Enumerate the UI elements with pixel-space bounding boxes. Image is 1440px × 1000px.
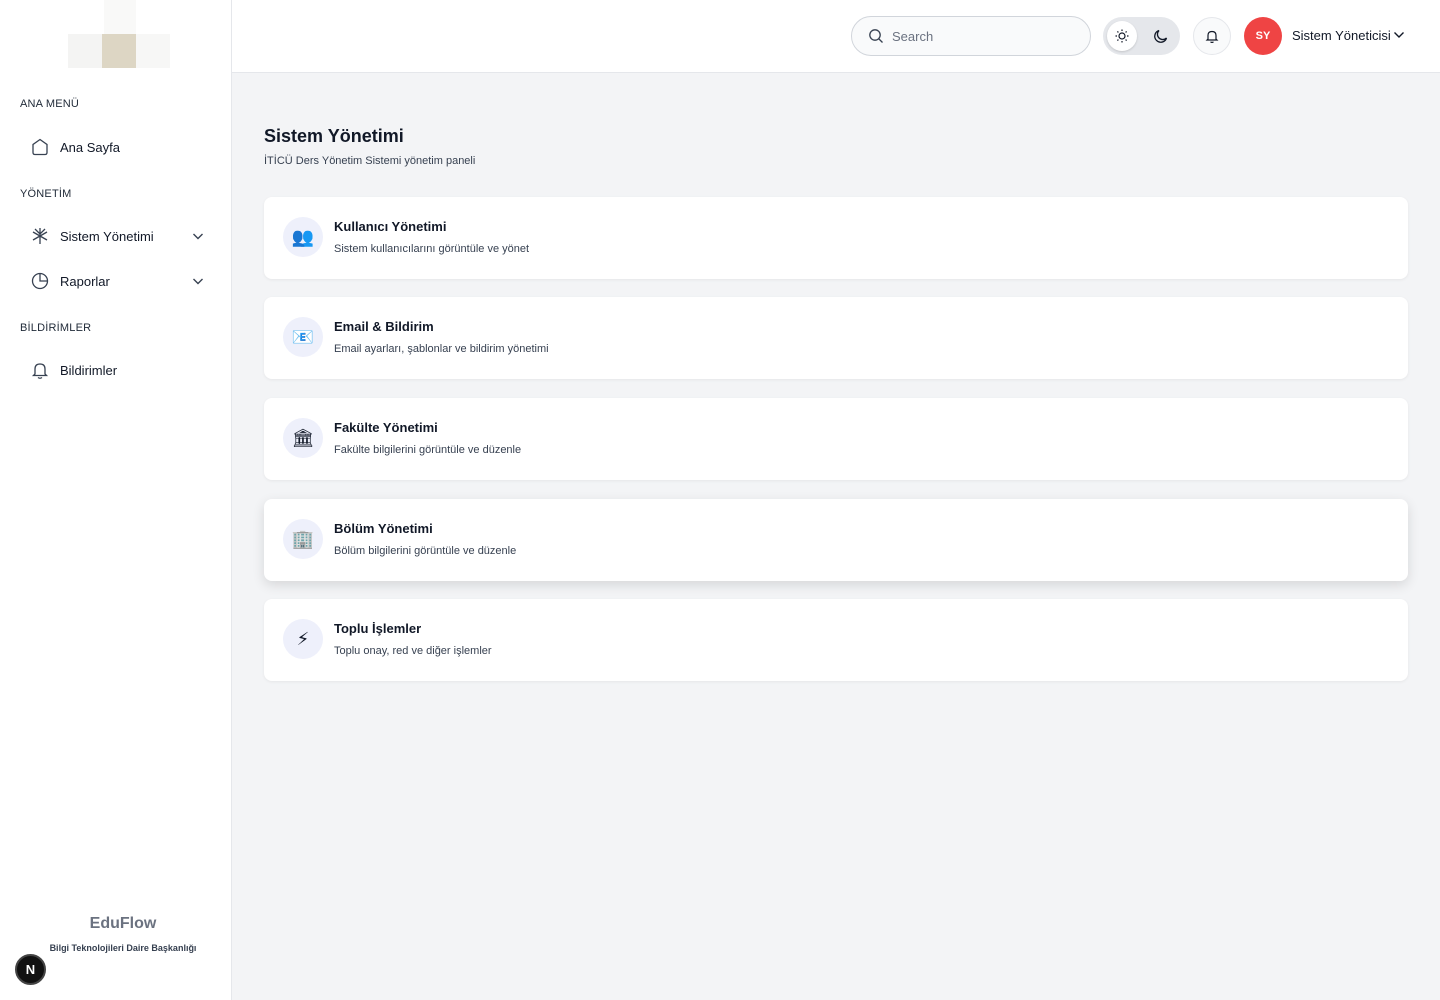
sidebar-item-label: Raporlar (60, 273, 110, 289)
top-header: SY Sistem Yöneticisi (232, 0, 1440, 73)
system-icon (30, 226, 50, 246)
sidebar-item-label: Ana Sayfa (60, 139, 120, 155)
notifications-button[interactable] (1193, 17, 1231, 55)
search-icon (869, 29, 883, 43)
sidebar-item-reports[interactable]: Raporlar (20, 262, 216, 300)
moon-icon (1154, 29, 1168, 43)
search-box[interactable] (851, 16, 1091, 56)
office-icon: 🏢 (283, 519, 323, 559)
card-title: Kullanıcı Yönetimi (334, 219, 447, 234)
card-email-notification[interactable]: 📧 Email & Bildirim Email ayarları, şablo… (264, 297, 1408, 379)
card-description: Toplu onay, red ve diğer işlemler (334, 645, 492, 657)
dark-mode-button[interactable] (1146, 21, 1176, 51)
card-description: Bölüm bilgilerini görüntüle ve düzenle (334, 545, 517, 557)
sidebar: ANA MENÜ Ana Sayfa YÖNETİM Sistem Yöneti… (0, 0, 232, 1000)
sidebar-item-label: Bildirimler (60, 362, 118, 378)
light-mode-button[interactable] (1107, 21, 1137, 51)
section-label-management: YÖNETİM (20, 188, 72, 200)
sidebar-item-home[interactable]: Ana Sayfa (20, 128, 216, 166)
bell-icon (30, 360, 50, 380)
users-icon: 👥 (283, 217, 323, 257)
avatar[interactable]: SY (1244, 17, 1282, 55)
card-title: Email & Bildirim (334, 319, 434, 334)
sidebar-item-system[interactable]: Sistem Yönetimi (20, 217, 216, 255)
card-title: Fakülte Yönetimi (334, 420, 438, 435)
brand-subtitle: Bilgi Teknolojileri Daire Başkanlığı (49, 943, 197, 953)
card-faculty-management[interactable]: 🏛 Fakülte Yönetimi Fakülte bilgilerini g… (264, 398, 1408, 480)
card-description: Fakülte bilgilerini görüntüle ve düzenle (334, 444, 522, 456)
search-input[interactable] (892, 28, 1072, 44)
logo (68, 0, 204, 90)
dev-badge[interactable]: N (15, 954, 46, 985)
email-icon: 📧 (283, 317, 323, 357)
sun-icon (1115, 29, 1129, 43)
chevron-down-icon (193, 233, 203, 240)
bell-icon (1205, 30, 1219, 43)
home-icon (30, 137, 50, 157)
lightning-icon: ⚡ (283, 619, 323, 659)
sidebar-item-notifications[interactable]: Bildirimler (20, 351, 216, 389)
section-label-main: ANA MENÜ (20, 98, 80, 110)
card-title: Bölüm Yönetimi (334, 521, 433, 536)
card-bulk-operations[interactable]: ⚡ Toplu İşlemler Toplu onay, red ve diğe… (264, 599, 1408, 681)
user-menu-name[interactable]: Sistem Yöneticisi (1292, 28, 1391, 43)
pie-chart-icon (30, 271, 50, 291)
building-icon: 🏛 (283, 418, 323, 458)
page-title: Sistem Yönetimi (264, 126, 404, 146)
section-label-notifications: BİLDİRİMLER (20, 322, 92, 334)
chevron-down-icon[interactable] (1392, 28, 1406, 42)
card-department-management[interactable]: 🏢 Bölüm Yönetimi Bölüm bilgilerini görün… (264, 499, 1408, 581)
card-description: Sistem kullanıcılarını görüntüle ve yöne… (334, 243, 530, 255)
theme-toggle[interactable] (1103, 17, 1180, 55)
card-user-management[interactable]: 👥 Kullanıcı Yönetimi Sistem kullanıcılar… (264, 197, 1408, 279)
card-title: Toplu İşlemler (334, 621, 422, 636)
page-subtitle: İTİCÜ Ders Yönetim Sistemi yönetim panel… (264, 155, 476, 167)
sidebar-item-label: Sistem Yönetimi (60, 228, 154, 244)
card-description: Email ayarları, şablonlar ve bildirim yö… (334, 343, 549, 355)
brand-name: EduFlow (89, 915, 157, 932)
chevron-down-icon (193, 278, 203, 285)
